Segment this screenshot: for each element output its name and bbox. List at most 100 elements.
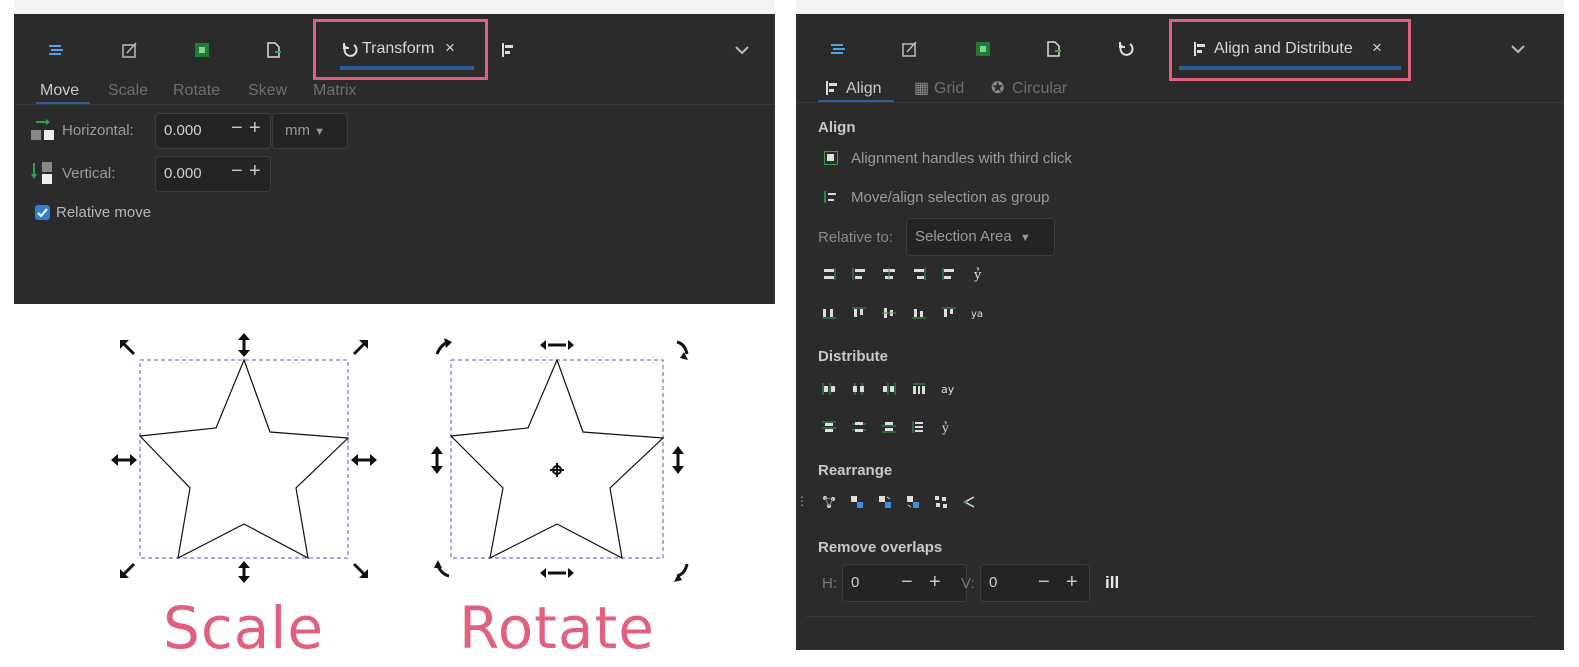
layers-icon[interactable] [828,39,848,59]
h-minus-button[interactable]: − [901,571,913,594]
vertical-move-icon [30,160,56,186]
subtab-circular[interactable]: Circular [1012,80,1067,98]
subtab-matrix[interactable]: Matrix [313,82,357,100]
exchange-selection-order-icon[interactable] [848,494,866,510]
align-right-icon[interactable] [910,266,928,282]
relative-move-label: Relative move [56,204,152,221]
distribute-baselines-icon[interactable]: ay [940,381,958,397]
h-plus-button[interactable]: + [929,571,941,594]
distribute-gaps-icon[interactable] [910,381,928,397]
subtab-skew[interactable]: Skew [248,82,287,100]
horizontal-move-icon [30,118,56,142]
vertical-label: Vertical: [62,165,116,182]
align-text-baseline-icon[interactable]: ỷ [970,266,988,282]
divider [14,104,774,105]
distribute-horizontal-buttons: ay [820,381,958,397]
remove-overlaps-heading: Remove overlaps [818,539,943,556]
distribute-vgaps-icon[interactable] [910,419,928,435]
align-subtab-icon [824,79,840,97]
transform-icon[interactable] [1116,39,1136,59]
horizontal-minus-button[interactable]: − [231,117,243,140]
align-distribute-icon[interactable] [498,40,518,60]
distribute-top-icon[interactable] [820,419,838,435]
subtab-align[interactable]: Align [846,80,882,98]
svg-text:ỷ: ỷ [941,421,949,435]
align-horizontal-buttons: ỷ [820,266,988,282]
subtab-scale[interactable]: Scale [108,82,148,100]
window-chrome-strip [796,0,1564,14]
v-label: V: [961,575,975,592]
window-chrome-strip [14,0,774,14]
rotate-star-illustration [431,338,689,582]
alignment-handles-label: Alignment handles with third click [851,150,1072,167]
export-icon[interactable] [264,40,284,60]
transform-handles-illustration [111,333,689,583]
subtab-move[interactable]: Move [40,82,79,100]
distribute-vertical-buttons: ỷ [820,419,958,435]
align-left-anchor-icon[interactable] [940,266,958,282]
relative-move-checkbox[interactable] [35,205,50,220]
export-icon[interactable] [1044,39,1064,59]
align-vertical-buttons: ya [820,305,988,321]
transform-tab-highlight [313,19,488,80]
fill-stroke-icon[interactable] [120,40,140,60]
svg-text:ya: ya [971,309,983,319]
align-right-edge-icon[interactable] [820,266,838,282]
chevron-down-icon[interactable] [732,40,752,60]
svg-text:ỷ: ỷ [973,268,982,282]
dropdown-arrow-icon: ▼ [1019,232,1031,244]
rearrange-heading: Rearrange [818,462,893,479]
unit-select[interactable]: mm ▼ [272,113,348,149]
relative-to-select[interactable]: Selection Area ▼ [906,218,1055,256]
align-baseline-vertical-icon[interactable]: ya [970,305,988,321]
distribute-centers-icon[interactable] [850,381,868,397]
rotate-caption: Rotate [459,594,655,662]
align-tab-highlight [1169,19,1411,81]
grid-icon: ▦ [914,80,930,97]
resize-handle-icon[interactable]: ⋮ [796,494,808,510]
center-vertical-axis-icon[interactable] [880,266,898,282]
scale-caption: Scale [163,594,325,662]
vertical-minus-button[interactable]: − [231,160,243,183]
center-horizontal-axis-icon[interactable] [880,305,898,321]
align-top-edge-icon[interactable] [850,305,868,321]
move-as-group-label: Move/align selection as group [851,189,1050,206]
randomize-positions-icon[interactable] [932,494,950,510]
unclump-icon[interactable] [960,494,978,510]
move-as-group-toggle[interactable] [824,190,838,204]
exchange-stacking-order-icon[interactable] [876,494,894,510]
rearrange-buttons [820,494,978,510]
align-top-icon[interactable] [940,305,958,321]
align-bottom-icon[interactable] [910,305,928,321]
svg-text:ay: ay [941,383,955,396]
v-minus-button[interactable]: − [1038,571,1050,594]
horizontal-plus-button[interactable]: + [249,117,261,140]
layers-icon[interactable] [46,40,66,60]
align-left-edge-icon[interactable] [850,266,868,282]
graph-layout-icon[interactable] [820,494,838,510]
remove-overlaps-apply-button[interactable]: ill [1105,573,1119,593]
divider [796,102,1564,103]
dropdown-arrow-icon: ▼ [314,126,326,138]
horizontal-label: Horizontal: [62,122,134,139]
scale-star-illustration [111,333,377,583]
alignment-handles-toggle[interactable] [824,151,838,165]
distribute-middle-icon[interactable] [850,419,868,435]
relative-to-label: Relative to: [818,229,894,246]
distribute-bottom-icon[interactable] [880,419,898,435]
fill-stroke-icon[interactable] [900,39,920,59]
distribute-vbaselines-icon[interactable]: ỷ [940,419,958,435]
distribute-left-icon[interactable] [820,381,838,397]
h-label: H: [822,575,837,592]
v-plus-button[interactable]: + [1066,571,1078,594]
align-bottom-edge-icon[interactable] [820,305,838,321]
object-icon[interactable] [973,39,993,59]
subtab-grid[interactable]: Grid [934,80,964,98]
object-icon[interactable] [192,40,212,60]
distribute-right-icon[interactable] [880,381,898,397]
vertical-plus-button[interactable]: + [249,160,261,183]
divider [806,616,1534,617]
chevron-down-icon[interactable] [1508,39,1528,59]
exchange-clockwise-icon[interactable] [904,494,922,510]
subtab-rotate[interactable]: Rotate [173,82,220,100]
